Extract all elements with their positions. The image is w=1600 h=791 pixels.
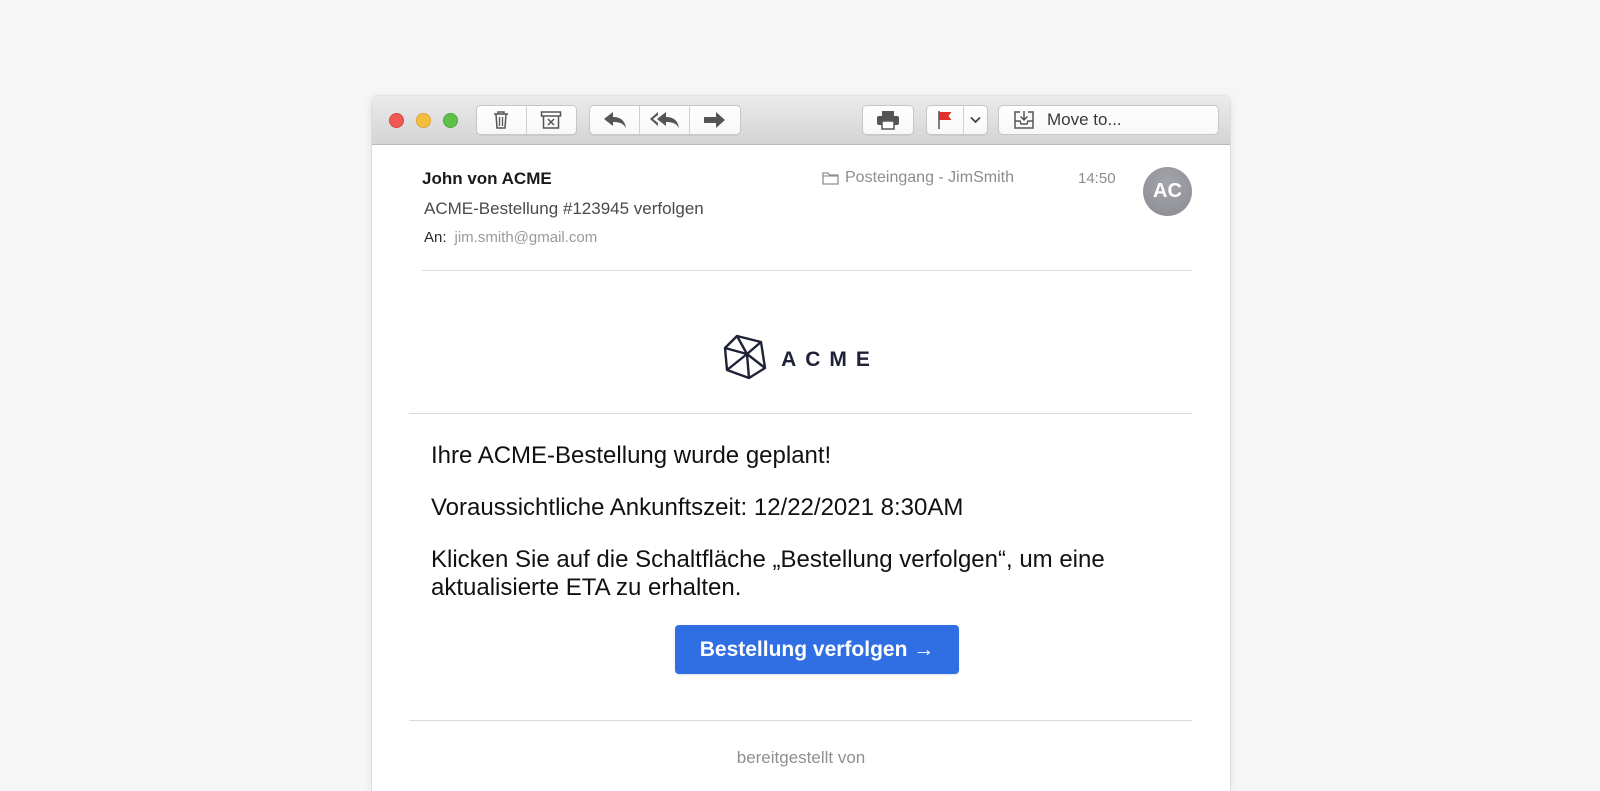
folder-icon xyxy=(822,171,839,185)
print-icon xyxy=(876,110,900,130)
reply-button[interactable] xyxy=(590,106,641,134)
move-to-icon xyxy=(1013,110,1035,130)
flag-icon xyxy=(937,110,953,130)
avatar: AC xyxy=(1143,167,1192,216)
move-to-label: Move to... xyxy=(1047,110,1122,129)
flag-button[interactable] xyxy=(927,106,964,134)
reply-icon xyxy=(603,111,627,129)
trash-icon xyxy=(492,110,510,130)
reply-all-button[interactable] xyxy=(640,106,690,134)
forward-button[interactable] xyxy=(689,106,740,134)
email-instruction: Klicken Sie auf die Schaltfläche „Bestel… xyxy=(431,546,1105,601)
archive-button[interactable] xyxy=(526,106,576,134)
divider-top xyxy=(409,413,1192,414)
delete-button[interactable] xyxy=(477,106,527,134)
email-eta: Voraussichtliche Ankunftszeit: 12/22/202… xyxy=(431,494,964,521)
reply-group xyxy=(589,105,741,135)
acme-logo: ACME xyxy=(372,334,1230,385)
footer-text: bereitgestellt von xyxy=(736,748,866,767)
print-group xyxy=(862,105,914,135)
recipient-address[interactable]: jim.smith@gmail.com xyxy=(455,229,598,246)
flag-group xyxy=(926,105,988,135)
delete-archive-group xyxy=(476,105,577,135)
recipient-row: An: jim.smith@gmail.com xyxy=(424,229,597,246)
close-window-button[interactable] xyxy=(389,113,404,128)
move-to-button[interactable]: Move to... xyxy=(998,105,1219,135)
toolbar: Move to... xyxy=(372,96,1230,145)
minimize-window-button[interactable] xyxy=(416,113,431,128)
forward-icon xyxy=(703,111,727,129)
mail-window: Move to... John von ACME ACME-Bestellung… xyxy=(372,96,1230,791)
reply-all-icon xyxy=(649,111,680,129)
mailbox-location[interactable]: Posteingang - JimSmith xyxy=(822,169,1014,187)
track-order-button[interactable]: Bestellung verfolgen → xyxy=(675,625,959,674)
email-headline: Ihre ACME-Bestellung wurde geplant! xyxy=(431,442,832,469)
mailbox-name: Posteingang - JimSmith xyxy=(845,169,1014,186)
acme-cube-icon xyxy=(723,334,767,385)
zoom-window-button[interactable] xyxy=(443,113,458,128)
to-label: An: xyxy=(424,229,447,246)
divider-bottom xyxy=(409,720,1192,721)
sender-name: John von ACME xyxy=(422,169,552,188)
flag-menu-button[interactable] xyxy=(964,106,987,134)
archive-icon xyxy=(540,110,562,130)
print-button[interactable] xyxy=(863,106,913,134)
received-time: 14:50 xyxy=(1078,170,1116,187)
acme-wordmark: ACME xyxy=(781,347,879,371)
message-header: John von ACME ACME-Bestellung #123945 ve… xyxy=(422,145,1192,271)
subject-line: ACME-Bestellung #123945 verfolgen xyxy=(424,199,704,218)
chevron-down-icon xyxy=(970,116,981,124)
